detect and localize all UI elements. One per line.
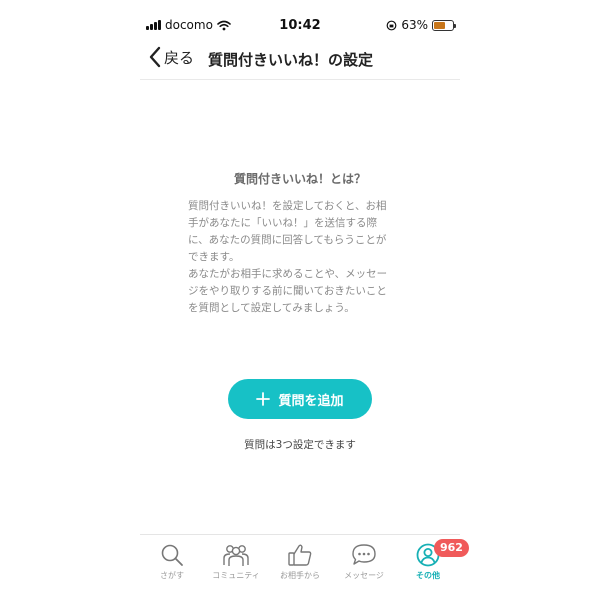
tab-other[interactable]: その他 962: [396, 535, 469, 586]
nav-bar: 戻る 質問付きいいね！の設定: [140, 40, 460, 80]
about-body: 質問付きいいね！を設定しておくと、お相 手があなたに「いいね！」を送信する際 に…: [188, 198, 416, 317]
about-paragraph-1: 質問付きいいね！を設定しておくと、お相 手があなたに「いいね！」を送信する際 に…: [188, 200, 387, 263]
about-title: 質問付きいいね！とは？: [233, 172, 366, 186]
battery-icon: [432, 19, 456, 31]
chevron-left-icon: [149, 46, 161, 68]
add-question-label: 質問を追加: [278, 392, 344, 408]
tab-search[interactable]: さがす: [140, 535, 204, 586]
message-icon: [352, 544, 376, 565]
page-title: 質問付きいいね！の設定: [208, 51, 374, 69]
tab-community[interactable]: コミュニティ: [204, 535, 268, 586]
battery-percent: 63%: [401, 18, 428, 32]
tab-other-label: その他: [416, 571, 440, 580]
tab-community-label: コミュニティ: [212, 571, 260, 580]
status-bar: docomo 10:42 63%: [140, 14, 460, 38]
rotation-lock-icon: [386, 20, 397, 30]
back-button[interactable]: 戻る: [148, 46, 194, 68]
status-right: 63%: [386, 18, 456, 32]
tab-likes-label: お相手から: [280, 571, 320, 580]
battery-fill: [434, 21, 446, 29]
back-label: 戻る: [164, 48, 195, 67]
search-icon: [161, 544, 183, 566]
phone-screen: docomo 10:42 63% 戻る 質問付きいいね！の設定 質問付きいいね！…: [140, 0, 469, 600]
about-paragraph-2: あなたがお相手に求めることや、メッセー ジをやり取りする前に聞いておきたいこと …: [188, 268, 388, 314]
tab-bar: さがす コミュニティ お相手から メッセージ その他 962: [140, 534, 469, 586]
add-question-button[interactable]: 質問を追加: [228, 379, 372, 419]
community-icon: [223, 545, 249, 566]
tab-likes[interactable]: お相手から: [268, 535, 332, 586]
plus-icon: [256, 392, 271, 406]
notification-badge: 962: [434, 539, 469, 557]
add-question-note: 質問は3つ設定できます: [244, 439, 356, 451]
tab-message-label: メッセージ: [344, 571, 384, 580]
thumbs-up-icon: [288, 544, 312, 566]
tab-message[interactable]: メッセージ: [332, 535, 396, 586]
tab-search-label: さがす: [160, 571, 184, 580]
